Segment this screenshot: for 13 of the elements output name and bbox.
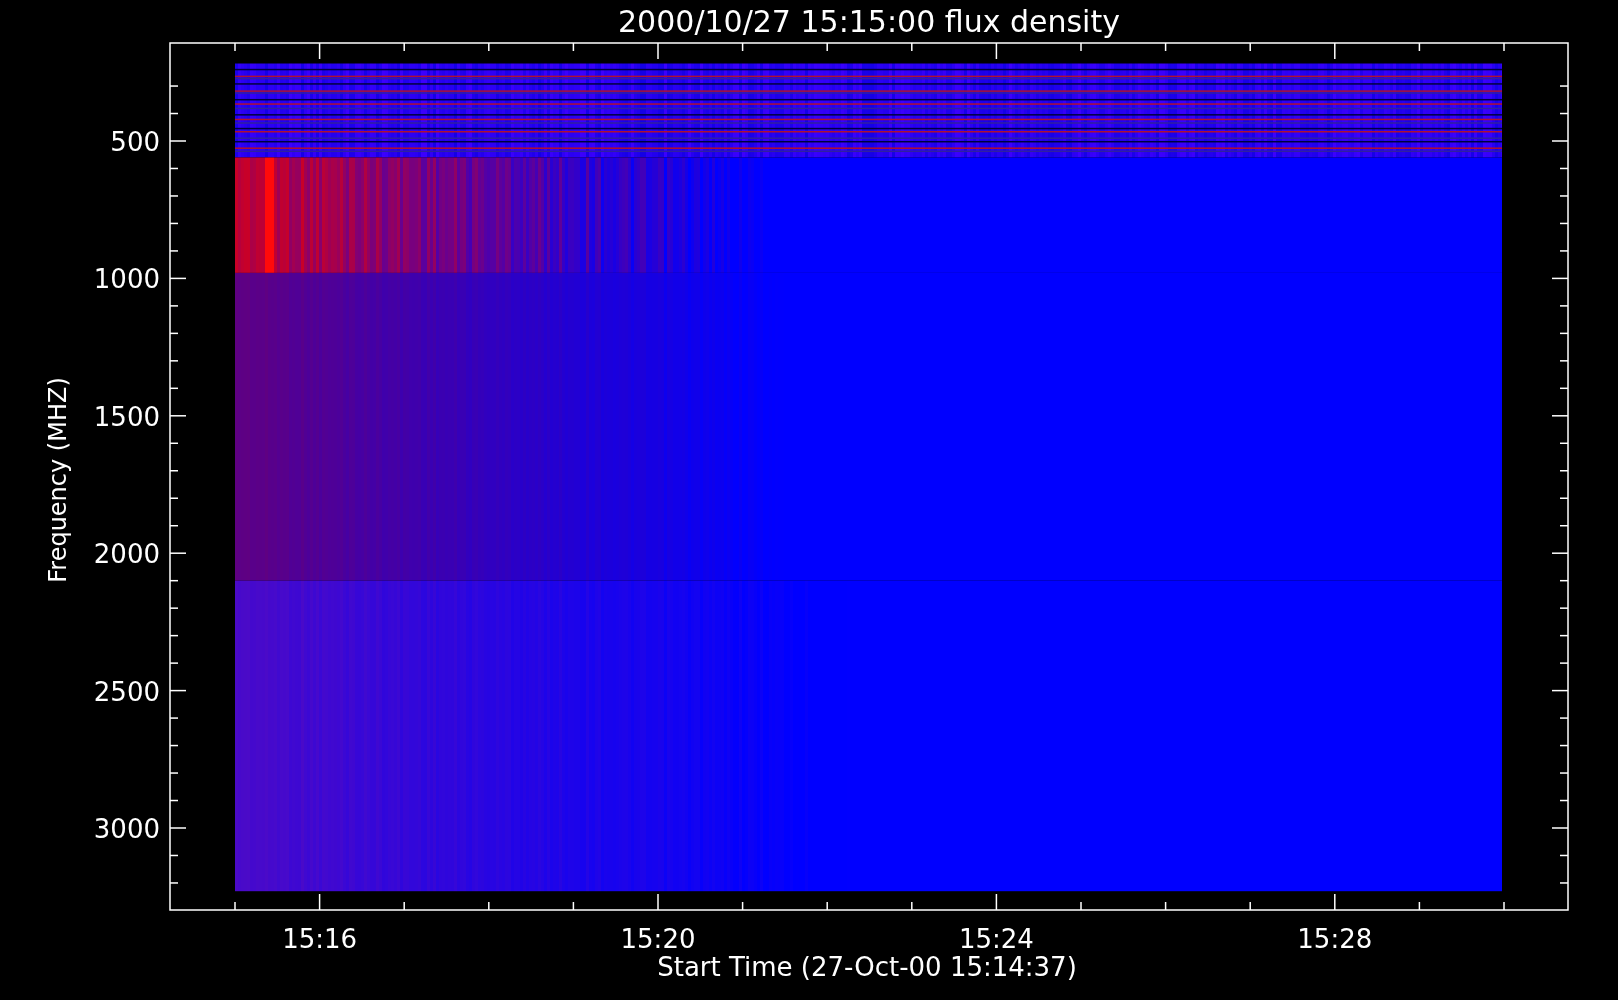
y-tick-label: 1500: [93, 401, 160, 432]
y-tick-label: 500: [110, 127, 160, 157]
y-axis-label: Frequency (MHZ): [44, 377, 72, 583]
chart-title: 2000/10/27 15:15:00 flux density: [618, 4, 1120, 39]
y-tick-label: 1000: [93, 264, 160, 295]
y-tick-label: 2000: [93, 539, 160, 570]
x-tick-label: 15:28: [1297, 924, 1373, 954]
x-tick-label: 15:20: [620, 924, 696, 954]
x-tick-label: 15:24: [958, 924, 1034, 954]
x-axis-label: Start Time (27-Oct-00 15:14:37): [657, 952, 1077, 982]
x-tick-label: 15:16: [282, 924, 358, 954]
y-tick-label: 3000: [93, 814, 160, 844]
y-tick-label: 2500: [93, 676, 160, 707]
